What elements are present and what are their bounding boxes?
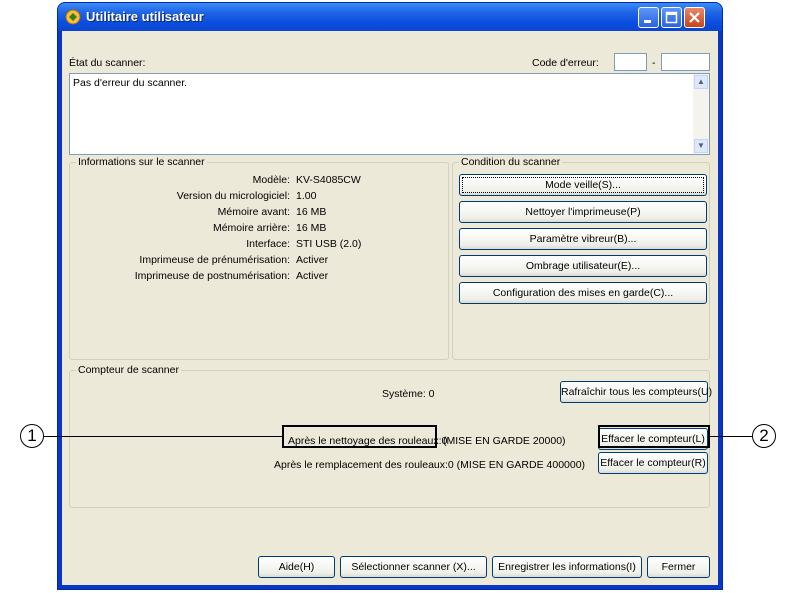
info-label-back-memory: Mémoire arrière:: [212, 222, 290, 234]
clear-counter-r-button[interactable]: Effacer le compteur(R): [598, 452, 708, 474]
app-icon: [65, 9, 81, 25]
info-value-front-memory: 16 MB: [296, 206, 327, 218]
info-label-firmware: Version du micrologiciel:: [176, 190, 290, 202]
error-code-field-2[interactable]: [661, 53, 710, 71]
close-icon: [689, 12, 700, 23]
info-value-interface: STI USB (2.0): [296, 238, 362, 250]
minimize-button[interactable]: [638, 7, 659, 28]
scroll-up-icon[interactable]: ▲: [694, 75, 708, 89]
callout-line-2: [710, 436, 752, 438]
info-value-back-memory: 16 MB: [296, 222, 327, 234]
info-label-post-imprinter: Imprimeuse de postnumérisation:: [134, 270, 290, 282]
buzzer-settings-button[interactable]: Paramètre vibreur(B)...: [459, 228, 707, 250]
clean-imprinter-button[interactable]: Nettoyer l'imprimeuse(P): [459, 201, 707, 223]
after-replacement-counter: Après le remplacement des rouleaux:0 (MI…: [274, 459, 586, 471]
scanner-status-textarea[interactable]: Pas d'erreur du scanner. ▲ ▼: [69, 73, 710, 155]
after-cleaning-warning: (MISE EN GARDE 20000): [443, 435, 566, 447]
close-window-button[interactable]: [684, 7, 705, 28]
system-counter: Système: 0: [382, 388, 435, 400]
save-info-button[interactable]: Enregistrer les informations(I): [492, 556, 642, 578]
info-value-firmware: 1.00: [296, 190, 317, 202]
highlight-after-cleaning: [282, 425, 437, 448]
info-value-pre-imprinter: Activer: [296, 254, 329, 266]
error-code-field-1[interactable]: [614, 53, 647, 71]
scanner-info-title: Informations sur le scanner: [76, 156, 207, 168]
info-label-model: Modèle:: [252, 174, 290, 186]
window-title: Utilitaire utilisateur: [86, 9, 204, 24]
callout-1: 1: [20, 424, 44, 448]
error-code-separator: -: [652, 57, 656, 69]
sleep-mode-button[interactable]: Mode veille(S)...: [459, 174, 707, 196]
maximize-icon: [665, 11, 678, 24]
warning-config-button[interactable]: Configuration des mises en garde(C)...: [459, 282, 707, 304]
close-button[interactable]: Fermer: [647, 556, 710, 578]
window-client-area: État du scanner: Code d'erreur: - Pas d'…: [62, 31, 718, 585]
help-button[interactable]: Aide(H): [258, 556, 335, 578]
minimize-icon: [644, 20, 651, 23]
status-message: Pas d'erreur du scanner.: [73, 77, 188, 89]
status-scrollbar[interactable]: ▲ ▼: [693, 74, 709, 154]
maximize-button[interactable]: [661, 7, 682, 28]
scanner-condition-title: Condition du scanner: [459, 156, 563, 168]
scanner-status-label: État du scanner:: [69, 57, 146, 69]
info-label-pre-imprinter: Imprimeuse de prénumérisation:: [139, 254, 290, 266]
info-value-post-imprinter: Activer: [296, 270, 329, 282]
scroll-down-icon[interactable]: ▼: [694, 139, 708, 153]
highlight-clear-counter-l: [598, 425, 710, 448]
callout-line-1: [44, 436, 282, 438]
info-label-interface: Interface:: [246, 238, 290, 250]
scanner-condition-group: Condition du scanner Mode veille(S)... N…: [452, 156, 710, 360]
scanner-info-group: Informations sur le scanner Modèle: KV-S…: [69, 156, 449, 360]
scanner-counter-title: Compteur de scanner: [76, 364, 181, 376]
info-label-front-memory: Mémoire avant:: [217, 206, 290, 218]
select-scanner-button[interactable]: Sélectionner scanner (X)...: [340, 556, 487, 578]
error-code-label: Code d'erreur:: [532, 57, 599, 69]
info-value-model: KV-S4085CW: [296, 174, 361, 186]
app-window: Utilitaire utilisateur État du scanner: …: [58, 3, 722, 589]
refresh-counters-button[interactable]: Rafraîchir tous les compteurs(U): [560, 381, 712, 403]
title-bar[interactable]: Utilitaire utilisateur: [58, 3, 722, 31]
user-shading-button[interactable]: Ombrage utilisateur(E)...: [459, 255, 707, 277]
callout-2: 2: [752, 424, 776, 448]
